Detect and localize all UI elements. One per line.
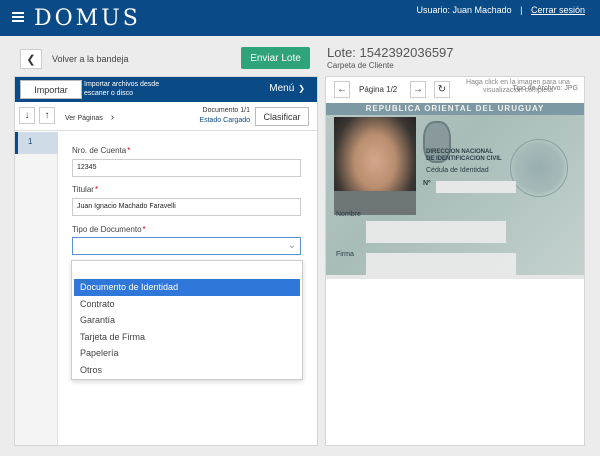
document-type-label: Tipo de Documento* [72,225,146,234]
ver-paginas-toggle[interactable]: Ver Páginas › [65,112,114,123]
required-mark: * [127,146,131,155]
option-documento-identidad[interactable]: Documento de Identidad [74,279,300,296]
document-toolbar: ↓ ↑ Ver Páginas › Documento 1/1 Estado Ca… [15,103,317,131]
domus-logo: DOMUS [34,6,141,31]
redacted-name [366,221,506,243]
previous-page-button[interactable]: ← [334,81,350,98]
next-page-button[interactable]: → [410,81,426,98]
user-info: Usuario: Juan Machado | Cerrar sesión [417,5,585,15]
file-type: Tipo de Archivo: JPG [512,85,579,92]
send-batch-button[interactable]: Enviar Lote [241,47,310,69]
batch-title: Lote: 1542392036597 [327,45,454,60]
document-type-text: Cédula de Identidad [426,167,489,174]
document-form-panel: Importar Importar archivos desde escaner… [14,76,318,446]
dropdown-search-area [72,261,302,279]
redacted-number [436,181,516,193]
document-type-dropdown: Documento de Identidad Contrato Garantía… [71,260,303,380]
option-papeleria[interactable]: Papelería [72,345,302,362]
arrow-up-button[interactable]: ↑ [39,107,55,124]
user-label: Usuario: Juan Machado [416,5,512,15]
menu-dropdown[interactable]: Menú ❯ [269,83,305,94]
import-button[interactable]: Importar [20,80,82,99]
back-button[interactable]: ❮ [20,49,42,69]
ver-paginas-label: Ver Páginas [65,115,103,122]
chevron-down-icon: ❯ [298,84,305,93]
account-number-input[interactable]: 12345 [72,159,301,177]
card-header: REPUBLICA ORIENTAL DEL URUGUAY [326,103,584,115]
arrow-right-icon: → [413,84,423,95]
redacted-signature [366,253,516,275]
folder-name: Carpeta de Cliente [327,61,394,70]
separator: | [520,5,523,15]
arrow-down-button[interactable]: ↓ [19,107,35,124]
page-thumbnails: 1 [15,132,58,445]
agency-line-2: DE IDENTIFICACION CIVIL [426,156,502,162]
arrow-up-icon: ↑ [44,110,50,121]
document-viewer-panel: ← Página 1/2 → ↻ Haga click en la imagen… [325,76,585,446]
arrow-left-icon: ← [337,84,347,95]
viewer-toolbar: ← Página 1/2 → ↻ Haga click en la imagen… [326,77,584,103]
document-state: Estado Cargado [199,117,250,124]
id-card-image[interactable]: REPUBLICA ORIENTAL DEL URUGUAY DIRECCION… [326,103,584,279]
option-otros[interactable]: Otros [72,362,302,379]
account-number-label-text: Nro. de Cuenta [72,146,127,155]
number-label: Nº [423,180,431,187]
rotate-button[interactable]: ↻ [434,81,450,98]
import-bar: Importar Importar archivos desde escaner… [15,77,317,102]
menu-label: Menú [269,83,295,94]
classify-button[interactable]: Clasificar [255,107,309,126]
document-status: Documento 1/1 Estado Cargado [199,106,250,126]
name-label: Nombre [336,211,361,218]
account-number-label: Nro. de Cuenta* [72,146,130,155]
logout-link[interactable]: Cerrar sesión [531,5,585,15]
holder-input[interactable]: Juan Ignacio Machado Faravelli [72,198,301,216]
signature-label: Firma [336,251,354,258]
arrow-down-icon: ↓ [24,110,30,121]
import-description: Importar archivos desde escaner o disco [84,81,160,97]
required-mark: * [142,225,146,234]
page-thumbnail-1[interactable]: 1 [15,132,58,154]
chevron-left-icon: ❮ [26,53,36,66]
option-tarjeta-firma[interactable]: Tarjeta de Firma [72,329,302,346]
card-edge [326,275,584,279]
top-bar: DOMUS Usuario: Juan Machado | Cerrar ses… [0,0,600,36]
required-mark: * [94,185,99,194]
chevron-right-icon: › [110,112,115,123]
document-counter: Documento 1/1 [202,107,250,114]
option-contrato[interactable]: Contrato [72,296,302,313]
page-indicator: Página 1/2 [359,85,398,94]
globe-icon [510,139,568,197]
holder-label: Titular* [72,185,98,194]
rotate-icon: ↻ [437,84,447,95]
hamburger-menu-icon[interactable] [12,10,24,24]
document-type-select[interactable]: ⌄ [72,237,301,255]
option-garantia[interactable]: Garantía [72,312,302,329]
agency-line-1: DIRECCION NACIONAL [426,149,493,155]
document-type-label-text: Tipo de Documento [72,225,142,234]
back-to-inbox-label[interactable]: Volver a la bandeja [52,54,129,64]
holder-label-text: Titular [72,185,94,194]
chevron-down-icon: ⌄ [287,240,296,251]
